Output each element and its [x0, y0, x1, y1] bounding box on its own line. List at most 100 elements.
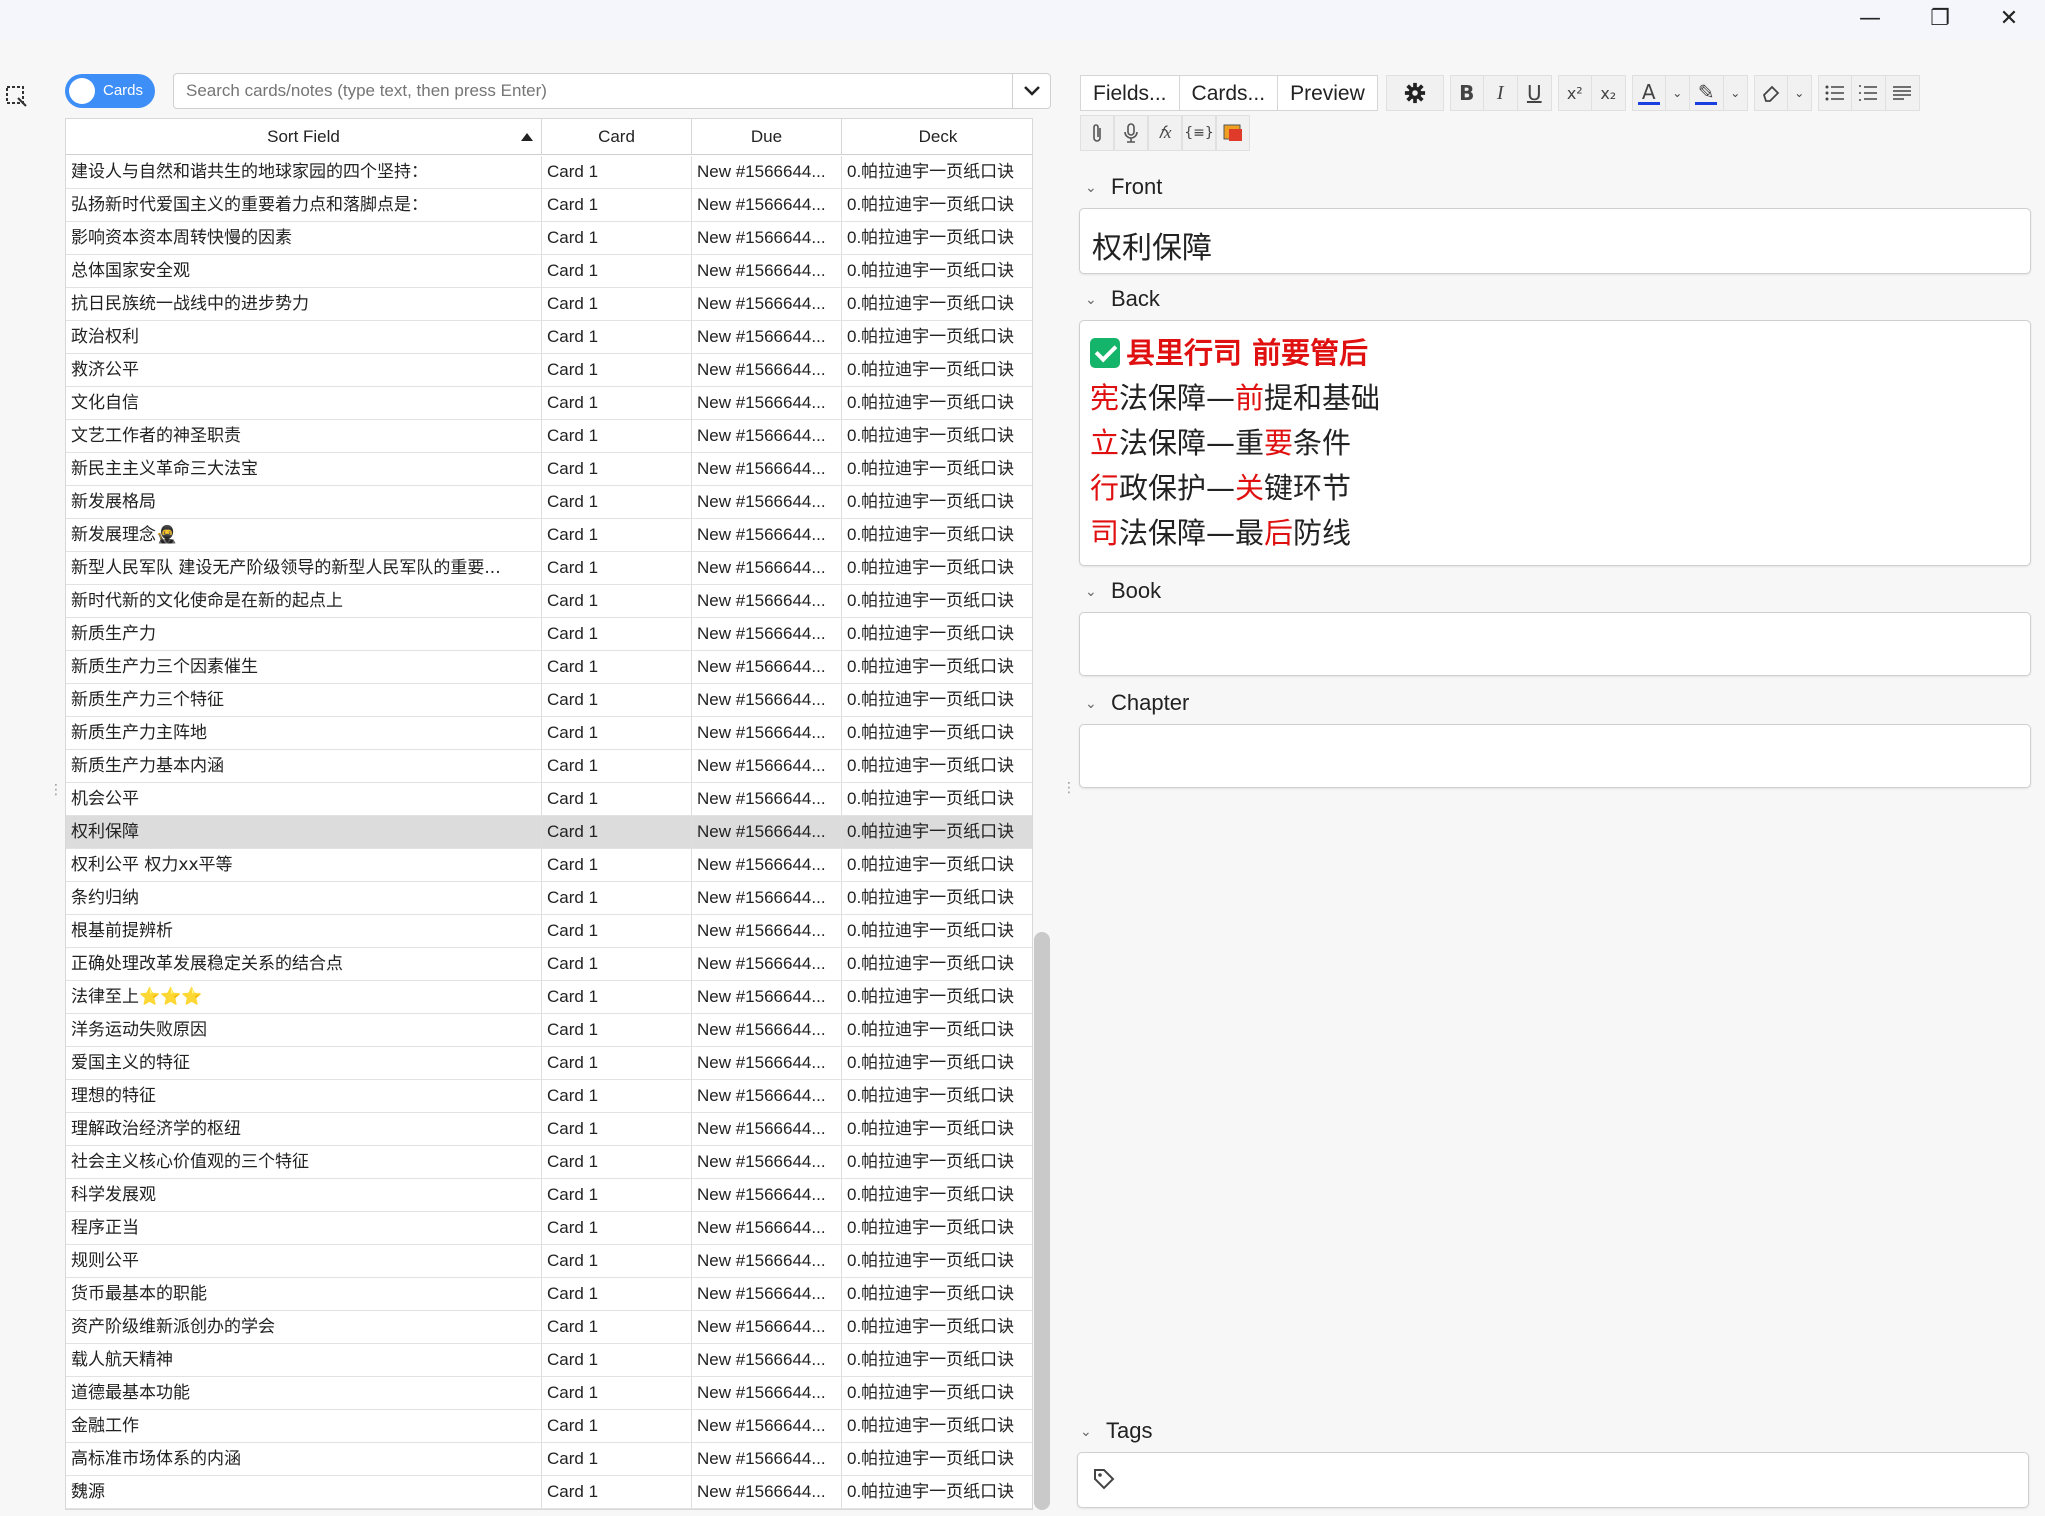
underline-button[interactable]: U: [1517, 75, 1552, 111]
search-input[interactable]: [184, 74, 1004, 108]
image-occlusion-button[interactable]: [1216, 115, 1250, 151]
superscript-button[interactable]: x²: [1557, 75, 1592, 111]
column-header-due[interactable]: Due: [692, 119, 842, 155]
maximize-button[interactable]: ❐: [1905, 0, 1975, 36]
bold-button[interactable]: B: [1449, 75, 1484, 111]
highlight-button[interactable]: ✎: [1689, 75, 1724, 111]
settings-button[interactable]: [1385, 75, 1444, 111]
highlight-dropdown[interactable]: ⌄: [1723, 75, 1748, 111]
table-row[interactable]: 社会主义核心价值观的三个特征 Card 1 New #1566644... 0.帕拉迪…: [66, 1146, 1032, 1179]
cards-button[interactable]: Cards...: [1179, 75, 1279, 111]
column-header-deck[interactable]: Deck: [842, 119, 1032, 155]
table-row[interactable]: 理想的特征 Card 1 New #1566644... 0.帕拉迪宇一页纸口诀: [66, 1080, 1032, 1113]
table-row[interactable]: 根基前提辨析 Card 1 New #1566644... 0.帕拉迪宇一页纸口诀: [66, 915, 1032, 948]
cell-sort-field: 根基前提辨析: [66, 915, 542, 947]
table-row[interactable]: 新质生产力三个因素催生 Card 1 New #1566644... 0.帕拉迪宇一页…: [66, 651, 1032, 684]
table-row[interactable]: 政治权利 Card 1 New #1566644... 0.帕拉迪宇一页纸口诀: [66, 321, 1032, 354]
book-field[interactable]: [1079, 612, 2031, 676]
field-label-tags[interactable]: ⌄ Tags: [1080, 1418, 1152, 1444]
cell-card: Card 1: [542, 684, 692, 716]
column-header-card[interactable]: Card: [542, 119, 692, 155]
table-row[interactable]: 爱国主义的特征 Card 1 New #1566644... 0.帕拉迪宇一页纸口诀: [66, 1047, 1032, 1080]
eraser-button[interactable]: [1753, 75, 1788, 111]
subscript-button[interactable]: x₂: [1591, 75, 1626, 111]
minimize-button[interactable]: —: [1835, 0, 1905, 36]
eraser-dropdown[interactable]: ⌄: [1787, 75, 1812, 111]
table-row[interactable]: 机会公平 Card 1 New #1566644... 0.帕拉迪宇一页纸口诀: [66, 783, 1032, 816]
text-color-button[interactable]: A: [1631, 75, 1666, 111]
field-label-front[interactable]: ⌄ Front: [1085, 174, 1162, 200]
column-header-sort-field[interactable]: Sort Field: [66, 119, 542, 155]
table-row[interactable]: 金融工作 Card 1 New #1566644... 0.帕拉迪宇一页纸口诀: [66, 1410, 1032, 1443]
unordered-list-button[interactable]: [1817, 75, 1852, 111]
table-row[interactable]: 法律至上⭐⭐⭐ Card 1 New #1566644... 0.帕拉迪宇一页纸口诀: [66, 981, 1032, 1014]
field-label-back[interactable]: ⌄ Back: [1085, 286, 1160, 312]
chevron-down-icon: ⌄: [1085, 178, 1097, 195]
pane-splitter[interactable]: ⋮: [1062, 780, 1076, 804]
table-row[interactable]: 理解政治经济学的枢纽 Card 1 New #1566644... 0.帕拉迪宇一页纸…: [66, 1113, 1032, 1146]
field-label-chapter[interactable]: ⌄ Chapter: [1085, 690, 1189, 716]
fields-button[interactable]: Fields...: [1080, 75, 1180, 111]
table-row[interactable]: 洋务运动失败原因 Card 1 New #1566644... 0.帕拉迪宇一页纸口诀: [66, 1014, 1032, 1047]
table-row[interactable]: 科学发展观 Card 1 New #1566644... 0.帕拉迪宇一页纸口诀: [66, 1179, 1032, 1212]
cell-card: Card 1: [542, 1311, 692, 1343]
table-row[interactable]: 高标准市场体系的内涵 Card 1 New #1566644... 0.帕拉迪宇一页纸…: [66, 1443, 1032, 1476]
tags-editor[interactable]: [1077, 1452, 2029, 1508]
back-field[interactable]: 县里行司 前要管后 宪法保障—前提和基础 立法保障—重要条件 行政保护—关键环节 司法…: [1079, 320, 2031, 566]
italic-button[interactable]: I: [1483, 75, 1518, 111]
table-row[interactable]: 条约归纳 Card 1 New #1566644... 0.帕拉迪宇一页纸口诀: [66, 882, 1032, 915]
field-label-book[interactable]: ⌄ Book: [1085, 578, 1161, 604]
table-scrollbar[interactable]: [1034, 932, 1050, 1510]
close-button[interactable]: ✕: [1974, 0, 2044, 36]
table-row[interactable]: 新发展格局 Card 1 New #1566644... 0.帕拉迪宇一页纸口诀: [66, 486, 1032, 519]
table-row[interactable]: 资产阶级维新派创办的学会 Card 1 New #1566644... 0.帕拉迪宇一…: [66, 1311, 1032, 1344]
cloze-button[interactable]: {≡}: [1182, 115, 1216, 151]
preview-button[interactable]: Preview: [1278, 75, 1378, 111]
cell-sort-field: 社会主义核心价值观的三个特征: [66, 1146, 542, 1178]
ordered-list-button[interactable]: [1851, 75, 1886, 111]
table-row[interactable]: 权利保障 Card 1 New #1566644... 0.帕拉迪宇一页纸口诀: [66, 816, 1032, 849]
text-color-dropdown[interactable]: ⌄: [1665, 75, 1690, 111]
table-row[interactable]: 新型人民军队 建设无产阶级领导的新型人民军队的重要... Card 1 New #1…: [66, 552, 1032, 585]
select-region-icon[interactable]: [4, 84, 28, 108]
table-row[interactable]: 魏源 Card 1 New #1566644... 0.帕拉迪宇一页纸口诀: [66, 1476, 1032, 1509]
table-row[interactable]: 程序正当 Card 1 New #1566644... 0.帕拉迪宇一页纸口诀: [66, 1212, 1032, 1245]
record-audio-button[interactable]: [1114, 115, 1148, 151]
row-drag-handle[interactable]: ⋮: [49, 782, 63, 806]
table-row[interactable]: 抗日民族统一战线中的进步势力 Card 1 New #1566644... 0.帕拉迪…: [66, 288, 1032, 321]
mathjax-button[interactable]: 𝑓x: [1148, 115, 1182, 151]
align-button[interactable]: [1885, 75, 1920, 111]
table-row[interactable]: 新质生产力基本内涵 Card 1 New #1566644... 0.帕拉迪宇一页纸口…: [66, 750, 1032, 783]
table-row[interactable]: 文艺工作者的神圣职责 Card 1 New #1566644... 0.帕拉迪宇一页纸…: [66, 420, 1032, 453]
cell-due: New #1566644...: [692, 684, 842, 716]
cell-sort-field: 程序正当: [66, 1212, 542, 1244]
table-row[interactable]: 权利公平 权力xx平等 Card 1 New #1566644... 0.帕拉迪宇一页…: [66, 849, 1032, 882]
table-row[interactable]: 文化自信 Card 1 New #1566644... 0.帕拉迪宇一页纸口诀: [66, 387, 1032, 420]
table-row[interactable]: 道德最基本功能 Card 1 New #1566644... 0.帕拉迪宇一页纸口诀: [66, 1377, 1032, 1410]
table-row[interactable]: 总体国家安全观 Card 1 New #1566644... 0.帕拉迪宇一页纸口诀: [66, 255, 1032, 288]
table-row[interactable]: 规则公平 Card 1 New #1566644... 0.帕拉迪宇一页纸口诀: [66, 1245, 1032, 1278]
cell-due: New #1566644...: [692, 156, 842, 188]
table-row[interactable]: 载人航天精神 Card 1 New #1566644... 0.帕拉迪宇一页纸口诀: [66, 1344, 1032, 1377]
cards-notes-toggle[interactable]: Cards: [65, 74, 155, 108]
table-row[interactable]: 弘扬新时代爱国主义的重要着力点和落脚点是： Card 1 New #1566644.…: [66, 189, 1032, 222]
table-row[interactable]: 新质生产力 Card 1 New #1566644... 0.帕拉迪宇一页纸口诀: [66, 618, 1032, 651]
search-history-dropdown[interactable]: [1012, 74, 1050, 108]
table-row[interactable]: 救济公平 Card 1 New #1566644... 0.帕拉迪宇一页纸口诀: [66, 354, 1032, 387]
back-line: 行政保护—关键环节: [1090, 466, 1380, 511]
table-row[interactable]: 正确处理改革发展稳定关系的结合点 Card 1 New #1566644... 0.帕…: [66, 948, 1032, 981]
table-row[interactable]: 新质生产力主阵地 Card 1 New #1566644... 0.帕拉迪宇一页纸口诀: [66, 717, 1032, 750]
table-row[interactable]: 新民主主义革命三大法宝 Card 1 New #1566644... 0.帕拉迪宇一页…: [66, 453, 1032, 486]
table-row[interactable]: 货币最基本的职能 Card 1 New #1566644... 0.帕拉迪宇一页纸口诀: [66, 1278, 1032, 1311]
table-row[interactable]: 新时代新的文化使命是在新的起点上 Card 1 New #1566644... 0.帕…: [66, 585, 1032, 618]
numbered-list-icon: [1859, 85, 1878, 101]
table-row[interactable]: 新发展理念🥷 Card 1 New #1566644... 0.帕拉迪宇一页纸口诀: [66, 519, 1032, 552]
cell-card: Card 1: [542, 915, 692, 947]
table-row[interactable]: 建设人与自然和谐共生的地球家园的四个坚持： Card 1 New #1566644.…: [66, 156, 1032, 189]
table-row[interactable]: 新质生产力三个特征 Card 1 New #1566644... 0.帕拉迪宇一页纸口…: [66, 684, 1032, 717]
table-row[interactable]: 影响资本资本周转快慢的因素 Card 1 New #1566644... 0.帕拉迪宇…: [66, 222, 1032, 255]
front-field[interactable]: 权利保障: [1079, 208, 2031, 274]
attach-button[interactable]: [1080, 115, 1114, 151]
cell-due: New #1566644...: [692, 1344, 842, 1376]
chapter-field[interactable]: [1079, 724, 2031, 788]
